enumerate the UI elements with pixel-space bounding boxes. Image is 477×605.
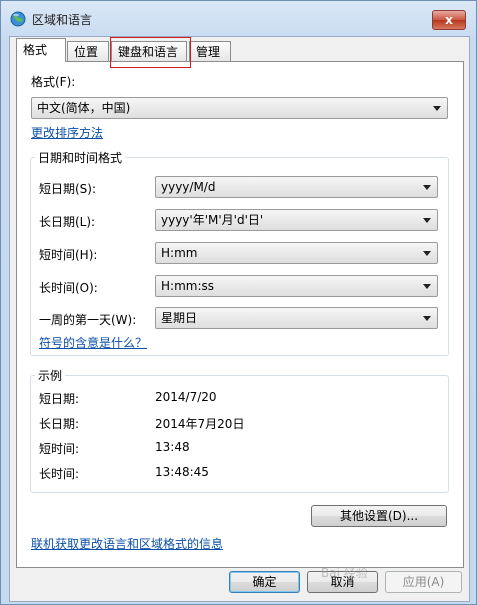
short-time-select[interactable]: H:mm — [155, 242, 438, 264]
online-info-link[interactable]: 联机获取更改语言和区域格式的信息 — [31, 535, 223, 552]
watermark: Bai 经验 — [321, 566, 368, 580]
notation-meaning-link[interactable]: 符号的含意是什么？ — [39, 334, 147, 351]
formats-tab-page: 格式(F): 中文(简体，中国) 更改排序方法 日期和时间格式 短日期(S): … — [16, 61, 464, 568]
long-time-value: H:mm:ss — [161, 279, 214, 293]
close-icon: x — [445, 13, 453, 27]
short-date-select[interactable]: yyyy/M/d — [155, 176, 438, 198]
title-bar[interactable]: 区域和语言 x — [1, 1, 476, 35]
globe-icon — [10, 11, 26, 27]
tab-formats[interactable]: 格式 — [16, 38, 66, 62]
example-short-time-label: 短时间: — [39, 442, 80, 456]
datetime-group-title: 日期和时间格式 — [35, 149, 126, 166]
short-time-value: H:mm — [161, 246, 198, 260]
example-short-date-label: 短日期: — [39, 392, 80, 406]
example-short-time-value: 13:48 — [155, 440, 190, 454]
long-time-label: 长时间(O): — [39, 281, 98, 295]
close-button[interactable]: x — [432, 10, 466, 30]
long-time-select[interactable]: H:mm:ss — [155, 275, 438, 297]
tab-keyboards-languages[interactable]: 键盘和语言 — [111, 41, 187, 61]
other-settings-button[interactable]: 其他设置(D)... — [311, 505, 447, 527]
chevron-down-icon — [423, 185, 431, 190]
long-date-select[interactable]: yyyy'年'M'月'd'日' — [155, 209, 438, 231]
format-label: 格式(F): — [31, 75, 76, 89]
chevron-down-icon — [423, 251, 431, 256]
chevron-down-icon — [423, 316, 431, 321]
apply-button[interactable]: 应用(A) — [385, 571, 462, 593]
short-date-value: yyyy/M/d — [161, 180, 216, 194]
example-long-date-value: 2014年7月20日 — [155, 417, 245, 431]
example-long-time-label: 长时间: — [39, 467, 80, 481]
first-day-select[interactable]: 星期日 — [155, 307, 438, 329]
chevron-down-icon — [433, 106, 441, 111]
example-long-time-value: 13:48:45 — [155, 465, 209, 479]
format-select[interactable]: 中文(简体，中国) — [31, 97, 448, 119]
window-title: 区域和语言 — [32, 13, 93, 27]
chevron-down-icon — [423, 284, 431, 289]
short-date-label: 短日期(S): — [39, 182, 97, 196]
region-language-dialog: 区域和语言 x 格式 位置 键盘和语言 管理 格式(F): 中文(简体，中国) … — [0, 0, 477, 605]
example-long-date-label: 长日期: — [39, 417, 80, 431]
first-day-label: 一周的第一天(W): — [39, 313, 137, 327]
tab-location[interactable]: 位置 — [67, 41, 109, 61]
long-date-label: 长日期(L): — [39, 215, 96, 229]
examples-group — [30, 375, 449, 493]
ok-button[interactable]: 确定 — [229, 571, 300, 593]
short-time-label: 短时间(H): — [39, 248, 98, 262]
examples-group-title: 示例 — [35, 367, 66, 384]
example-short-date-value: 2014/7/20 — [155, 390, 217, 404]
first-day-value: 星期日 — [161, 311, 198, 325]
chevron-down-icon — [423, 218, 431, 223]
long-date-value: yyyy'年'M'月'd'日' — [161, 213, 264, 227]
change-sorting-link[interactable]: 更改排序方法 — [31, 124, 103, 141]
format-value: 中文(简体，中国) — [37, 101, 131, 115]
tab-administrative[interactable]: 管理 — [189, 41, 231, 61]
